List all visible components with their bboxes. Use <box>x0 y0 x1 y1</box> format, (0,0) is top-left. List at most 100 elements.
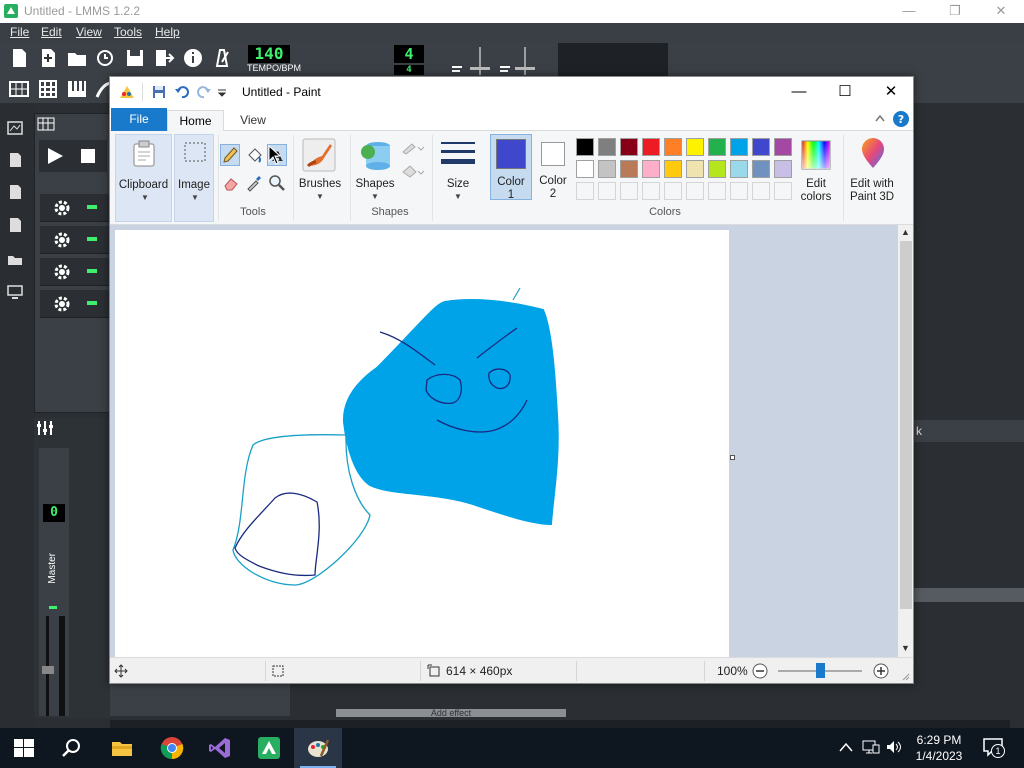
custom-color-slot[interactable] <box>642 182 660 200</box>
beat-editor-icon[interactable] <box>36 77 60 101</box>
tab-file[interactable]: File <box>111 108 167 131</box>
shape-outline-icon[interactable] <box>400 141 424 155</box>
stop-icon[interactable] <box>79 147 97 165</box>
taskbar-visual-studio[interactable] <box>196 728 244 768</box>
clipboard-button[interactable]: Clipboard ▼ <box>115 134 172 222</box>
color-picker-icon[interactable] <box>245 174 263 192</box>
palette-swatch[interactable] <box>642 160 660 178</box>
open-project-icon[interactable] <box>65 46 89 70</box>
mute-led[interactable] <box>87 301 97 305</box>
track-row[interactable] <box>40 194 110 222</box>
palette-swatch[interactable] <box>642 138 660 156</box>
image-button[interactable]: Image ▼ <box>174 134 214 222</box>
track-row[interactable] <box>40 258 110 286</box>
search-button[interactable] <box>48 728 96 768</box>
gear-icon[interactable] <box>52 262 72 282</box>
system-clock[interactable]: 6:29 PM 1/4/2023 <box>904 732 974 764</box>
drawing-canvas[interactable] <box>115 230 729 657</box>
mute-led[interactable] <box>87 269 97 273</box>
palette-swatch[interactable] <box>774 160 792 178</box>
palette-swatch[interactable] <box>752 160 770 178</box>
mute-led[interactable] <box>87 237 97 241</box>
master-fader-handle[interactable] <box>42 666 54 674</box>
undo-icon[interactable] <box>174 84 190 100</box>
palette-swatch[interactable] <box>774 138 792 156</box>
save-icon[interactable] <box>152 85 166 99</box>
custom-color-slot[interactable] <box>774 182 792 200</box>
customize-qat-icon[interactable] <box>217 88 227 98</box>
color1-button[interactable]: Color 1 <box>490 134 532 201</box>
lmms-minimize-button[interactable]: — <box>886 0 932 23</box>
palette-swatch[interactable] <box>730 138 748 156</box>
paint-maximize-button[interactable]: ☐ <box>822 77 868 107</box>
lmms-close-button[interactable]: ✕ <box>978 0 1024 23</box>
redo-icon[interactable] <box>196 84 212 100</box>
minimize-ribbon-icon[interactable] <box>875 114 885 122</box>
computer-icon[interactable] <box>6 283 24 301</box>
pencil-tool-button[interactable] <box>220 144 240 166</box>
palette-swatch[interactable] <box>664 138 682 156</box>
lmms-menu-file[interactable]: File <box>10 25 29 39</box>
custom-color-slot[interactable] <box>576 182 594 200</box>
custom-color-slot[interactable] <box>686 182 704 200</box>
panel-scroll-track[interactable] <box>910 588 1024 602</box>
master-mute-led[interactable] <box>49 606 57 609</box>
palette-swatch[interactable] <box>686 160 704 178</box>
palette-swatch[interactable] <box>598 160 616 178</box>
palette-swatch[interactable] <box>576 138 594 156</box>
root-directory-icon[interactable] <box>6 250 24 268</box>
color2-button[interactable]: Color 2 <box>534 134 572 200</box>
scroll-up-icon[interactable]: ▲ <box>900 227 911 237</box>
palette-swatch[interactable] <box>620 160 638 178</box>
edit-colors-button[interactable]: Edit colors <box>794 134 838 204</box>
metronome-icon[interactable] <box>210 46 234 70</box>
action-center-button[interactable]: 1 <box>982 737 1008 759</box>
custom-color-slot[interactable] <box>664 182 682 200</box>
scroll-thumb[interactable] <box>900 241 912 609</box>
custom-color-slot[interactable] <box>620 182 638 200</box>
edit-with-paint3d-button[interactable]: Edit with Paint 3D <box>846 134 898 204</box>
fill-bucket-icon[interactable] <box>245 146 263 164</box>
my-presets-icon[interactable] <box>6 183 24 201</box>
size-button[interactable]: Size ▼ <box>436 134 480 204</box>
taskbar-chrome[interactable] <box>148 728 196 768</box>
palette-swatch[interactable] <box>708 160 726 178</box>
palette-swatch[interactable] <box>620 138 638 156</box>
paint-close-button[interactable]: ✕ <box>868 77 914 107</box>
zoom-out-icon[interactable] <box>752 663 768 679</box>
tempo-lcd[interactable]: 140 <box>248 45 290 63</box>
piano-roll-icon[interactable] <box>65 77 89 101</box>
scroll-down-icon[interactable]: ▼ <box>900 643 911 653</box>
time-signature-numerator[interactable]: 4 <box>394 45 424 63</box>
tab-view[interactable]: View <box>228 110 278 131</box>
gear-icon[interactable] <box>52 230 72 250</box>
lmms-menu-view[interactable]: View <box>76 25 102 39</box>
export-project-icon[interactable] <box>152 46 176 70</box>
canvas-resize-handle[interactable] <box>730 455 735 460</box>
help-icon[interactable]: ? <box>893 111 909 127</box>
master-channel[interactable]: 0 Master <box>39 448 69 716</box>
gear-icon[interactable] <box>52 198 72 218</box>
resize-grip-icon[interactable] <box>900 671 910 681</box>
custom-color-slot[interactable] <box>730 182 748 200</box>
brushes-button[interactable]: Brushes ▼ <box>297 134 343 204</box>
new-project-icon[interactable] <box>7 46 31 70</box>
taskbar-file-explorer[interactable] <box>98 728 146 768</box>
start-button[interactable] <box>0 728 48 768</box>
taskbar-paint[interactable] <box>294 728 342 768</box>
new-from-template-icon[interactable] <box>36 46 60 70</box>
canvas-vertical-scrollbar[interactable]: ▲ ▼ <box>898 225 913 657</box>
lmms-menu-help[interactable]: Help <box>155 25 180 39</box>
zoom-in-icon[interactable] <box>873 663 889 679</box>
eraser-icon[interactable] <box>222 174 240 192</box>
magnifier-icon[interactable] <box>268 174 286 192</box>
add-effect-button[interactable]: Add effect <box>336 709 566 717</box>
save-project-icon[interactable] <box>123 46 147 70</box>
volume-pitch-sliders[interactable] <box>450 45 550 77</box>
track-row[interactable] <box>40 226 110 254</box>
my-projects-icon[interactable] <box>6 119 24 137</box>
zoom-slider-thumb[interactable] <box>816 663 825 678</box>
track-row[interactable] <box>40 290 110 318</box>
time-signature-denominator[interactable]: 4 <box>394 65 424 75</box>
palette-swatch[interactable] <box>730 160 748 178</box>
